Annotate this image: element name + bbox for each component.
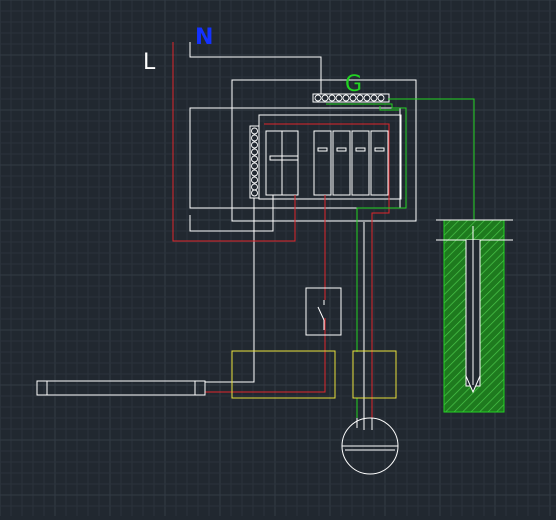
live-label: L bbox=[143, 50, 156, 75]
wiring-diagram-canvas: L N G bbox=[0, 0, 556, 516]
wiring-diagram: L N G bbox=[0, 0, 556, 516]
branch-breaker-1 bbox=[313, 130, 332, 196]
neutral-label: N bbox=[195, 25, 213, 50]
socket-outlet bbox=[341, 417, 399, 475]
neutral-wires bbox=[189, 42, 365, 418]
earth-electrode bbox=[436, 219, 513, 413]
light-switch bbox=[305, 287, 342, 336]
branch-breaker-3 bbox=[351, 130, 370, 196]
breakers bbox=[265, 130, 389, 196]
ground-label: G bbox=[345, 72, 362, 97]
